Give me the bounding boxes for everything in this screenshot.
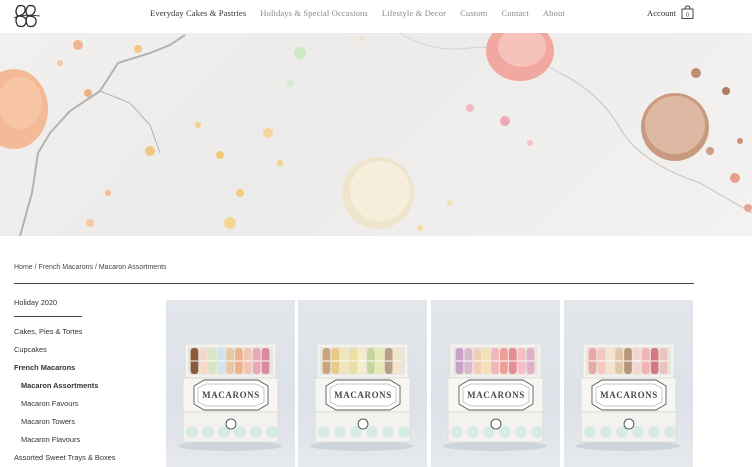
sidebar-divider	[14, 316, 82, 317]
box-label: MACARONS	[334, 390, 392, 400]
box-label: MACARONS	[467, 390, 525, 400]
pink-macaron	[486, 33, 554, 81]
peach-macaron	[0, 69, 48, 149]
sidebar-item-macaron-assortments[interactable]: Macaron Assortments	[21, 381, 98, 390]
bb-monogram-logo[interactable]	[12, 2, 42, 30]
sidebar-item-macaron-flavours[interactable]: Macaron Flavours	[21, 435, 80, 444]
sidebar-item-cakes[interactable]: Cakes, Pies & Tortes	[14, 327, 82, 336]
macaron-box-image: MACARONS	[178, 343, 282, 451]
product-card[interactable]: MACARONS	[564, 300, 693, 467]
sidebar-item-holiday-2020[interactable]: Holiday 2020	[14, 298, 57, 307]
sidebar-item-french-macarons[interactable]: French Macarons	[14, 363, 75, 372]
box-label: MACARONS	[202, 390, 260, 400]
box-label: MACARONS	[600, 390, 658, 400]
breadcrumb-home[interactable]: Home	[14, 264, 33, 271]
breadcrumb: Home / French Macarons / Macaron Assortm…	[14, 264, 167, 271]
macarons-on-marble	[0, 33, 752, 236]
main-nav: Everyday Cakes & Pastries Holidays & Spe…	[150, 8, 565, 18]
nav-about[interactable]: About	[543, 8, 565, 18]
nav-holidays[interactable]: Holidays & Special Occasions	[260, 8, 368, 18]
cart-count: 0	[686, 13, 689, 19]
nav-custom[interactable]: Custom	[460, 8, 487, 18]
account-link[interactable]: Account	[647, 8, 676, 18]
site-header: Everyday Cakes & Pastries Holidays & Spe…	[0, 0, 752, 33]
nav-lifestyle[interactable]: Lifestyle & Decor	[382, 8, 446, 18]
hero-banner	[0, 33, 752, 236]
product-card[interactable]: MACARONS	[298, 300, 427, 467]
sidebar-item-macaron-towers[interactable]: Macaron Towers	[21, 417, 75, 426]
macaron-box-image: MACARONS	[576, 343, 680, 451]
vanilla-macaron	[342, 157, 414, 229]
sidebar-item-cupcakes[interactable]: Cupcakes	[14, 345, 47, 354]
shopping-bag-icon[interactable]: 0	[681, 5, 694, 19]
sidebar-item-macaron-favours[interactable]: Macaron Favours	[21, 399, 79, 408]
breadcrumb-french-macarons[interactable]: French Macarons	[39, 264, 93, 271]
breadcrumb-current: Macaron Assortments	[98, 264, 167, 271]
chocolate-macaron	[641, 93, 709, 161]
product-card[interactable]: MACARONS	[166, 300, 295, 467]
sidebar-item-sweet-trays[interactable]: Assorted Sweet Trays & Boxes	[14, 453, 115, 462]
nav-contact[interactable]: Contact	[501, 8, 528, 18]
divider	[14, 283, 694, 284]
macaron-box-image: MACARONS	[443, 343, 547, 451]
product-card[interactable]: MACARONS	[431, 300, 560, 467]
nav-everyday-cakes[interactable]: Everyday Cakes & Pastries	[150, 8, 246, 18]
macaron-box-image: MACARONS	[310, 343, 414, 451]
